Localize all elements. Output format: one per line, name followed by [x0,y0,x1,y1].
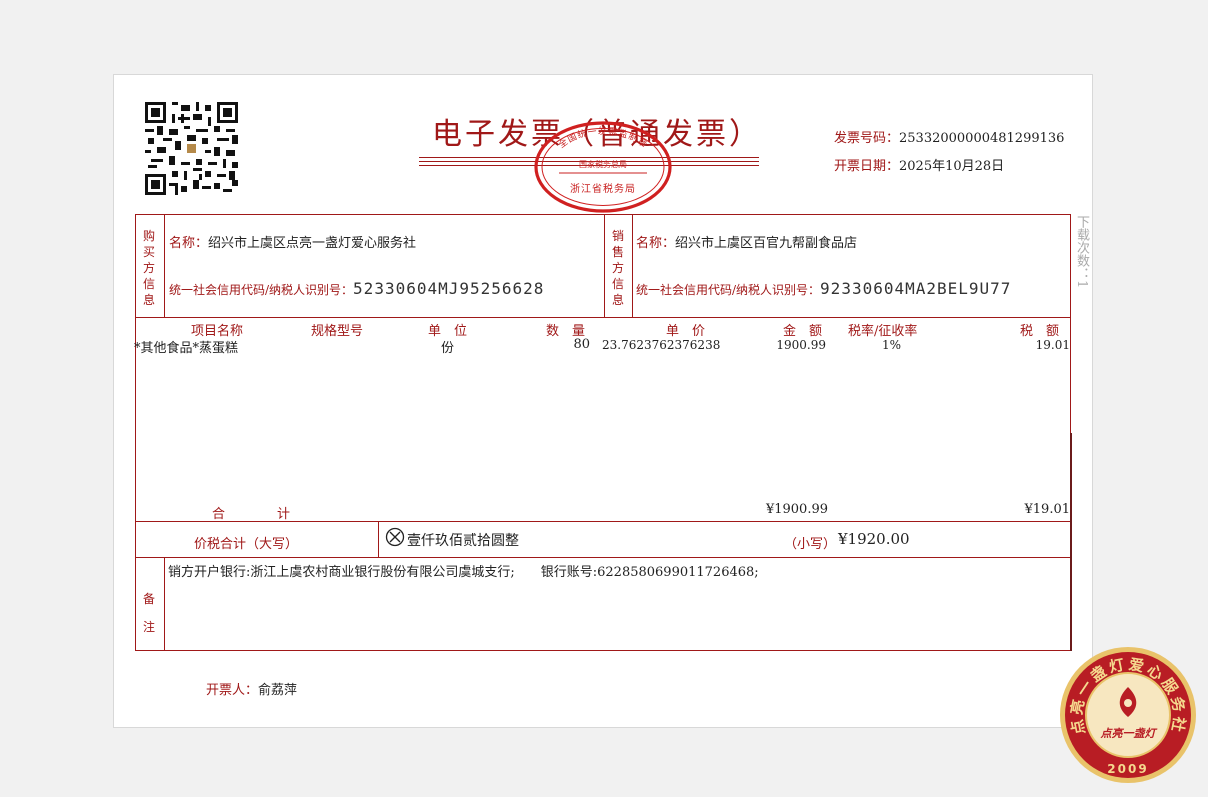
qr-code [145,102,238,195]
buyer-side-label: 购 买 方 信 息 [141,228,157,308]
circled-x-icon [385,527,405,547]
col-header-price: 单 价 [666,324,706,339]
item-price: 23.7623762376238 [602,338,721,352]
seller-taxid: 92330604MA2BEL9U77 [820,279,1012,298]
table-edge-accent [1070,433,1072,651]
buyer-taxid-label: 统一社会信用代码/纳税人识别号： [169,283,354,297]
invoice-date: 2025年10月28日 [899,159,1005,174]
seller-taxid-row: 统一社会信用代码/纳税人识别号：92330604MA2BEL9U77 [636,279,1011,298]
issuer-label: 开票人： [206,683,259,698]
col-divider [632,215,633,317]
remarks-side-label: 备 注 [141,585,157,641]
seller-name: 绍兴市上虞区百官九帮副食品店 [675,236,858,251]
col-header-amount: 金 额 [783,324,823,339]
stamp-middle-text: 国家税务总局 [579,159,627,169]
total-words: 壹仟玖佰贰拾圆整 [407,533,519,549]
invoice-number: 25332000000481299136 [899,131,1065,146]
col-header-spec: 规格型号 [311,324,364,339]
issuer-row: 开票人：俞荔萍 [206,679,297,698]
buyer-name-row: 名称：绍兴市上虞区点亮一盏灯爱心服务社 [169,232,416,251]
remarks-side-char: 注 [142,620,155,634]
remarks-text: 销方开户银行:浙江上虞农村商业银行股份有限公司虞城支行; 银行账号:622858… [168,565,759,580]
seller-side-char: 信 [611,277,624,291]
buyer-side-char: 息 [142,293,155,307]
logo-center-text: 点亮一盏灯 [1100,727,1158,740]
seller-name-label: 名称： [636,236,676,251]
invoice-date-row: 开票日期：2025年10月28日 [834,155,1004,174]
item-tax: 19.01 [1035,338,1070,352]
download-count: 下载次数：1 [1074,215,1089,289]
organization-logo: 点亮一盏灯爱心服务社 点亮一盏灯 2009 [1060,647,1196,783]
col-divider [164,557,165,650]
buyer-side-char: 买 [142,245,155,259]
remarks-side-char: 备 [142,592,155,606]
subtotal-tax: ¥19.01 [1024,502,1071,517]
seller-taxid-label: 统一社会信用代码/纳税人识别号： [636,283,821,297]
invoice-date-label: 开票日期： [834,159,900,174]
stamp-bottom-text: 浙江省税务局 [570,182,636,195]
item-rate: 1% [882,338,902,352]
buyer-name: 绍兴市上虞区点亮一盏灯爱心服务社 [208,236,417,251]
row-divider [136,557,1070,558]
subtotal-amount: ¥1900.99 [765,502,828,517]
total-label: 价税合计（大写） [194,537,299,552]
col-divider [378,521,379,557]
tax-bureau-stamp: 全国统一发票监制章 国家税务总局 浙江省税务局 [534,121,672,213]
row-divider [136,317,1070,318]
seller-side-char: 方 [611,261,624,275]
seller-side-char: 销 [611,229,624,243]
buyer-side-char: 方 [142,261,155,275]
buyer-side-char: 信 [142,277,155,291]
item-amount: 1900.99 [776,338,826,352]
buyer-taxid: 52330604MJ95256628 [353,279,545,298]
item-unit: 份 [441,341,455,356]
buyer-taxid-row: 统一社会信用代码/纳税人识别号：52330604MJ95256628 [169,279,544,298]
buyer-name-label: 名称： [169,236,209,251]
subtotal-label: 合 计 [212,507,291,522]
issuer-name: 俞荔萍 [258,683,298,698]
buyer-side-char: 购 [142,229,155,243]
item-qty: 80 [573,337,590,352]
seller-side-char: 息 [611,293,624,307]
seller-side-label: 销 售 方 信 息 [610,228,626,308]
seller-side-char: 售 [611,245,624,259]
invoice-number-label: 发票号码： [834,131,900,146]
invoice-paper: 电子发票（普通发票） 全国统一发票监制章 国家税务总局 浙江省税务局 发票号码：… [113,74,1093,728]
total-small-value: ¥1920.00 [838,530,910,548]
seller-name-row: 名称：绍兴市上虞区百官九帮副食品店 [636,232,857,251]
invoice-table: 购 买 方 信 息 名称：绍兴市上虞区点亮一盏灯爱心服务社 统一社会信用代码/纳… [134,214,1071,651]
logo-year: 2009 [1107,762,1148,776]
total-small-label: （小写） [784,537,837,552]
col-header-tax: 税 额 [1020,324,1060,339]
col-divider [164,215,165,317]
invoice-number-row: 发票号码：25332000000481299136 [834,127,1064,146]
item-name: *其他食品*蒸蛋糕 [134,341,239,356]
col-header-rate: 税率/征收率 [848,324,918,339]
col-divider [604,215,605,317]
